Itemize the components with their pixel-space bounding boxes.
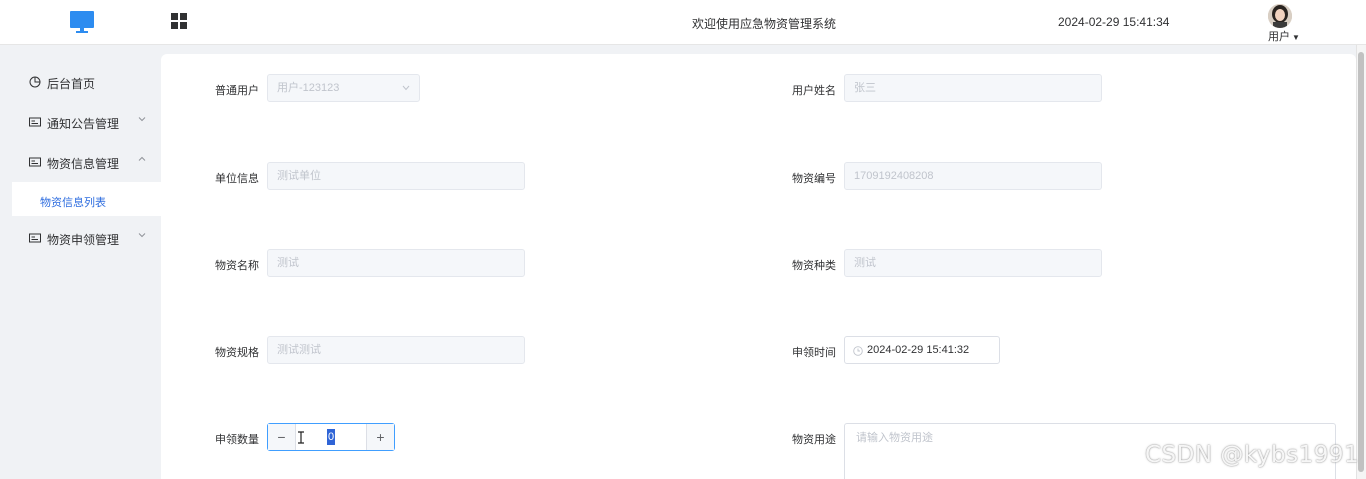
avatar[interactable] — [1268, 4, 1292, 28]
sidebar-subitem-label: 物资信息列表 — [40, 197, 106, 209]
user-label: 用户 — [1268, 31, 1290, 43]
chevron-down-icon — [138, 233, 146, 238]
sidebar-item-dashboard[interactable]: 后台首页 — [0, 63, 161, 101]
quantity-input[interactable]: 0 — [296, 424, 366, 450]
material-code-label: 物资编号 — [792, 173, 836, 185]
quantity-stepper[interactable]: − 0 + — [267, 423, 395, 451]
scrollbar-thumb[interactable] — [1358, 52, 1364, 472]
material-spec-value: 测试测试 — [277, 344, 321, 356]
material-kind-label: 物资种类 — [792, 260, 836, 272]
claim-time-picker[interactable]: 2024-02-29 15:41:32 — [844, 336, 1000, 364]
user-name-label: 用户姓名 — [792, 85, 836, 97]
text-cursor-icon — [298, 431, 304, 444]
user-type-select[interactable]: 用户-123123 — [267, 74, 420, 102]
material-use-placeholder: 请输入物资用途 — [856, 432, 933, 444]
material-spec-field[interactable]: 测试测试 — [267, 336, 525, 364]
caret-down-icon: ▼ — [1292, 33, 1300, 42]
card-icon — [29, 233, 41, 243]
material-code-value: 1709192408208 — [854, 170, 934, 182]
user-name-field[interactable]: 张三 — [844, 74, 1102, 102]
material-name-label: 物资名称 — [215, 260, 259, 272]
sidebar-item-material-info[interactable]: 物资信息管理 — [0, 143, 161, 181]
user-type-label: 普通用户 — [215, 85, 259, 97]
unit-info-field[interactable]: 测试单位 — [267, 162, 525, 190]
material-code-field[interactable]: 1709192408208 — [844, 162, 1102, 190]
claim-qty-label: 申领数量 — [215, 434, 259, 446]
clock-icon — [853, 346, 863, 356]
material-name-value: 测试 — [277, 257, 299, 269]
quantity-value: 0 — [326, 429, 336, 445]
user-type-value: 用户-123123 — [277, 82, 340, 94]
material-spec-label: 物资规格 — [215, 347, 259, 359]
material-kind-value: 测试 — [854, 257, 876, 269]
decrement-button[interactable]: − — [268, 424, 296, 450]
unit-info-label: 单位信息 — [215, 173, 259, 185]
claim-time-label: 申领时间 — [792, 347, 836, 359]
sidebar-item-notice[interactable]: 通知公告管理 — [0, 103, 161, 141]
pie-chart-icon — [29, 76, 41, 88]
user-name-value: 张三 — [854, 82, 876, 94]
chevron-down-icon — [402, 85, 410, 91]
top-header: 欢迎使用应急物资管理系统 2024-02-29 15:41:34 用户 ▼ — [0, 0, 1366, 45]
claim-time-value: 2024-02-29 15:41:32 — [867, 344, 970, 356]
sidebar-item-label: 通知公告管理 — [47, 117, 120, 131]
material-use-label: 物资用途 — [792, 434, 836, 446]
material-kind-field[interactable]: 测试 — [844, 249, 1102, 277]
sidebar: 后台首页 通知公告管理 物资信息管理 物资信息列表 物资申领管理 — [0, 45, 161, 479]
card-icon — [29, 157, 41, 167]
user-dropdown[interactable]: 用户 ▼ — [1268, 28, 1300, 44]
chevron-up-icon — [138, 156, 146, 161]
card-icon — [29, 117, 41, 127]
material-name-field[interactable]: 测试 — [267, 249, 525, 277]
sidebar-item-label: 物资信息管理 — [47, 157, 120, 171]
chevron-down-icon — [138, 117, 146, 122]
watermark: CSDN @kybs1991 — [1145, 442, 1360, 468]
sidebar-item-label: 物资申领管理 — [47, 233, 120, 247]
sidebar-item-claim[interactable]: 物资申领管理 — [0, 219, 161, 257]
increment-button[interactable]: + — [366, 424, 394, 450]
sidebar-item-label: 后台首页 — [47, 77, 96, 91]
header-datetime: 2024-02-29 15:41:34 — [1058, 15, 1170, 29]
sidebar-subitem-material-list[interactable]: 物资信息列表 — [12, 182, 161, 216]
unit-info-value: 测试单位 — [277, 170, 321, 182]
